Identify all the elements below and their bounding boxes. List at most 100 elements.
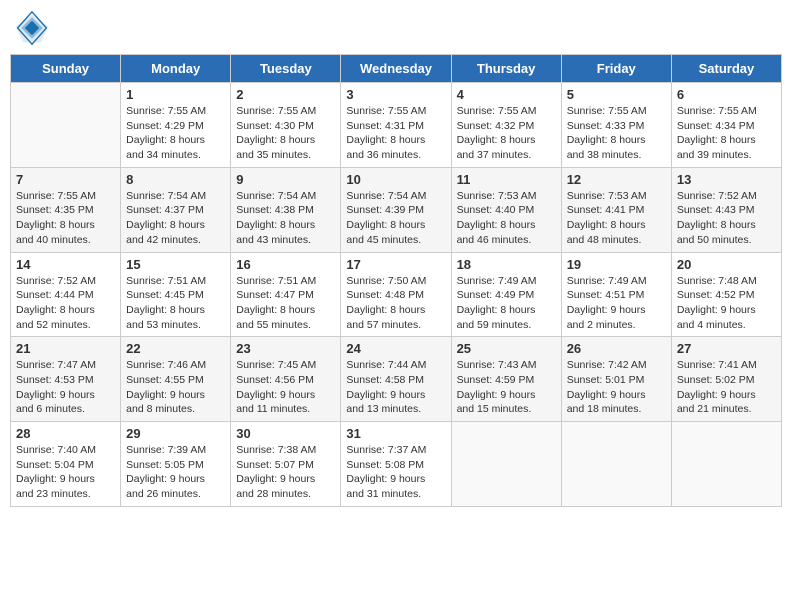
day-info: Sunrise: 7:55 AM Sunset: 4:34 PM Dayligh… xyxy=(677,104,776,163)
day-number: 22 xyxy=(126,341,225,356)
day-info: Sunrise: 7:40 AM Sunset: 5:04 PM Dayligh… xyxy=(16,443,115,502)
day-info: Sunrise: 7:55 AM Sunset: 4:32 PM Dayligh… xyxy=(457,104,556,163)
day-info: Sunrise: 7:55 AM Sunset: 4:30 PM Dayligh… xyxy=(236,104,335,163)
day-info: Sunrise: 7:55 AM Sunset: 4:31 PM Dayligh… xyxy=(346,104,445,163)
calendar-header: SundayMondayTuesdayWednesdayThursdayFrid… xyxy=(11,55,782,83)
calendar-week-2: 7Sunrise: 7:55 AM Sunset: 4:35 PM Daylig… xyxy=(11,167,782,252)
day-number: 23 xyxy=(236,341,335,356)
day-number: 8 xyxy=(126,172,225,187)
day-number: 2 xyxy=(236,87,335,102)
calendar-cell xyxy=(11,83,121,168)
calendar-cell: 7Sunrise: 7:55 AM Sunset: 4:35 PM Daylig… xyxy=(11,167,121,252)
logo xyxy=(14,10,54,46)
calendar-cell: 3Sunrise: 7:55 AM Sunset: 4:31 PM Daylig… xyxy=(341,83,451,168)
day-number: 27 xyxy=(677,341,776,356)
day-number: 20 xyxy=(677,257,776,272)
day-header-tuesday: Tuesday xyxy=(231,55,341,83)
day-info: Sunrise: 7:55 AM Sunset: 4:35 PM Dayligh… xyxy=(16,189,115,248)
day-number: 17 xyxy=(346,257,445,272)
day-info: Sunrise: 7:50 AM Sunset: 4:48 PM Dayligh… xyxy=(346,274,445,333)
calendar-cell: 28 Sunrise: 7:40 AM Sunset: 5:04 PM Dayli… xyxy=(11,422,121,507)
day-number: 15 xyxy=(126,257,225,272)
calendar-week-1: 1Sunrise: 7:55 AM Sunset: 4:29 PM Daylig… xyxy=(11,83,782,168)
calendar-cell: 15 Sunrise: 7:51 AM Sunset: 4:45 PM Dayli… xyxy=(121,252,231,337)
calendar-cell: 5 Sunrise: 7:55 AM Sunset: 4:33 PM Daylig… xyxy=(561,83,671,168)
day-info: Sunrise: 7:49 AM Sunset: 4:49 PM Dayligh… xyxy=(457,274,556,333)
day-info: Sunrise: 7:42 AM Sunset: 5:01 PM Dayligh… xyxy=(567,358,666,417)
calendar-cell: 27 Sunrise: 7:41 AM Sunset: 5:02 PM Dayli… xyxy=(671,337,781,422)
day-info: Sunrise: 7:54 AM Sunset: 4:37 PM Dayligh… xyxy=(126,189,225,248)
calendar-cell: 10 Sunrise: 7:54 AM Sunset: 4:39 PM Dayli… xyxy=(341,167,451,252)
day-number: 31 xyxy=(346,426,445,441)
calendar-cell: 8 Sunrise: 7:54 AM Sunset: 4:37 PM Daylig… xyxy=(121,167,231,252)
calendar-body: 1Sunrise: 7:55 AM Sunset: 4:29 PM Daylig… xyxy=(11,83,782,507)
logo-icon xyxy=(14,10,50,46)
calendar-cell: 22 Sunrise: 7:46 AM Sunset: 4:55 PM Dayli… xyxy=(121,337,231,422)
day-info: Sunrise: 7:54 AM Sunset: 4:38 PM Dayligh… xyxy=(236,189,335,248)
day-info: Sunrise: 7:54 AM Sunset: 4:39 PM Dayligh… xyxy=(346,189,445,248)
day-info: Sunrise: 7:55 AM Sunset: 4:33 PM Dayligh… xyxy=(567,104,666,163)
calendar-cell: 11 Sunrise: 7:53 AM Sunset: 4:40 PM Dayli… xyxy=(451,167,561,252)
day-number: 21 xyxy=(16,341,115,356)
day-info: Sunrise: 7:53 AM Sunset: 4:41 PM Dayligh… xyxy=(567,189,666,248)
day-number: 10 xyxy=(346,172,445,187)
calendar-cell: 26 Sunrise: 7:42 AM Sunset: 5:01 PM Dayli… xyxy=(561,337,671,422)
day-info: Sunrise: 7:55 AM Sunset: 4:29 PM Dayligh… xyxy=(126,104,225,163)
day-number: 19 xyxy=(567,257,666,272)
day-info: Sunrise: 7:44 AM Sunset: 4:58 PM Dayligh… xyxy=(346,358,445,417)
calendar-cell: 20Sunrise: 7:48 AM Sunset: 4:52 PM Dayli… xyxy=(671,252,781,337)
calendar-cell xyxy=(671,422,781,507)
calendar-cell: 13 Sunrise: 7:52 AM Sunset: 4:43 PM Dayli… xyxy=(671,167,781,252)
calendar-cell: 17 Sunrise: 7:50 AM Sunset: 4:48 PM Dayli… xyxy=(341,252,451,337)
day-info: Sunrise: 7:45 AM Sunset: 4:56 PM Dayligh… xyxy=(236,358,335,417)
day-number: 11 xyxy=(457,172,556,187)
calendar-cell: 25 Sunrise: 7:43 AM Sunset: 4:59 PM Dayli… xyxy=(451,337,561,422)
day-number: 9 xyxy=(236,172,335,187)
days-header-row: SundayMondayTuesdayWednesdayThursdayFrid… xyxy=(11,55,782,83)
day-info: Sunrise: 7:38 AM Sunset: 5:07 PM Dayligh… xyxy=(236,443,335,502)
calendar-cell xyxy=(561,422,671,507)
day-info: Sunrise: 7:51 AM Sunset: 4:47 PM Dayligh… xyxy=(236,274,335,333)
calendar-cell: 6Sunrise: 7:55 AM Sunset: 4:34 PM Daylig… xyxy=(671,83,781,168)
calendar-cell: 24Sunrise: 7:44 AM Sunset: 4:58 PM Dayli… xyxy=(341,337,451,422)
day-number: 29 xyxy=(126,426,225,441)
day-info: Sunrise: 7:39 AM Sunset: 5:05 PM Dayligh… xyxy=(126,443,225,502)
day-number: 5 xyxy=(567,87,666,102)
page-header xyxy=(10,10,782,46)
calendar-week-5: 28 Sunrise: 7:40 AM Sunset: 5:04 PM Dayli… xyxy=(11,422,782,507)
day-info: Sunrise: 7:52 AM Sunset: 4:43 PM Dayligh… xyxy=(677,189,776,248)
day-header-wednesday: Wednesday xyxy=(341,55,451,83)
calendar-cell xyxy=(451,422,561,507)
calendar-cell: 16 Sunrise: 7:51 AM Sunset: 4:47 PM Dayli… xyxy=(231,252,341,337)
calendar-cell: 29 Sunrise: 7:39 AM Sunset: 5:05 PM Dayli… xyxy=(121,422,231,507)
day-number: 26 xyxy=(567,341,666,356)
calendar-cell: 9 Sunrise: 7:54 AM Sunset: 4:38 PM Daylig… xyxy=(231,167,341,252)
day-number: 12 xyxy=(567,172,666,187)
day-info: Sunrise: 7:52 AM Sunset: 4:44 PM Dayligh… xyxy=(16,274,115,333)
day-info: Sunrise: 7:53 AM Sunset: 4:40 PM Dayligh… xyxy=(457,189,556,248)
calendar-cell: 14 Sunrise: 7:52 AM Sunset: 4:44 PM Dayli… xyxy=(11,252,121,337)
calendar-week-3: 14 Sunrise: 7:52 AM Sunset: 4:44 PM Dayli… xyxy=(11,252,782,337)
day-number: 28 xyxy=(16,426,115,441)
calendar-cell: 4 Sunrise: 7:55 AM Sunset: 4:32 PM Daylig… xyxy=(451,83,561,168)
day-info: Sunrise: 7:51 AM Sunset: 4:45 PM Dayligh… xyxy=(126,274,225,333)
day-number: 30 xyxy=(236,426,335,441)
calendar-cell: 31 Sunrise: 7:37 AM Sunset: 5:08 PM Dayli… xyxy=(341,422,451,507)
day-info: Sunrise: 7:41 AM Sunset: 5:02 PM Dayligh… xyxy=(677,358,776,417)
calendar-cell: 12 Sunrise: 7:53 AM Sunset: 4:41 PM Dayli… xyxy=(561,167,671,252)
calendar-cell: 18Sunrise: 7:49 AM Sunset: 4:49 PM Dayli… xyxy=(451,252,561,337)
day-info: Sunrise: 7:37 AM Sunset: 5:08 PM Dayligh… xyxy=(346,443,445,502)
day-info: Sunrise: 7:49 AM Sunset: 4:51 PM Dayligh… xyxy=(567,274,666,333)
calendar-cell: 23 Sunrise: 7:45 AM Sunset: 4:56 PM Dayli… xyxy=(231,337,341,422)
day-number: 13 xyxy=(677,172,776,187)
day-number: 4 xyxy=(457,87,556,102)
day-number: 16 xyxy=(236,257,335,272)
day-number: 25 xyxy=(457,341,556,356)
day-info: Sunrise: 7:46 AM Sunset: 4:55 PM Dayligh… xyxy=(126,358,225,417)
day-header-saturday: Saturday xyxy=(671,55,781,83)
day-number: 14 xyxy=(16,257,115,272)
calendar-week-4: 21Sunrise: 7:47 AM Sunset: 4:53 PM Dayli… xyxy=(11,337,782,422)
day-info: Sunrise: 7:43 AM Sunset: 4:59 PM Dayligh… xyxy=(457,358,556,417)
calendar-cell: 30 Sunrise: 7:38 AM Sunset: 5:07 PM Dayli… xyxy=(231,422,341,507)
day-header-friday: Friday xyxy=(561,55,671,83)
